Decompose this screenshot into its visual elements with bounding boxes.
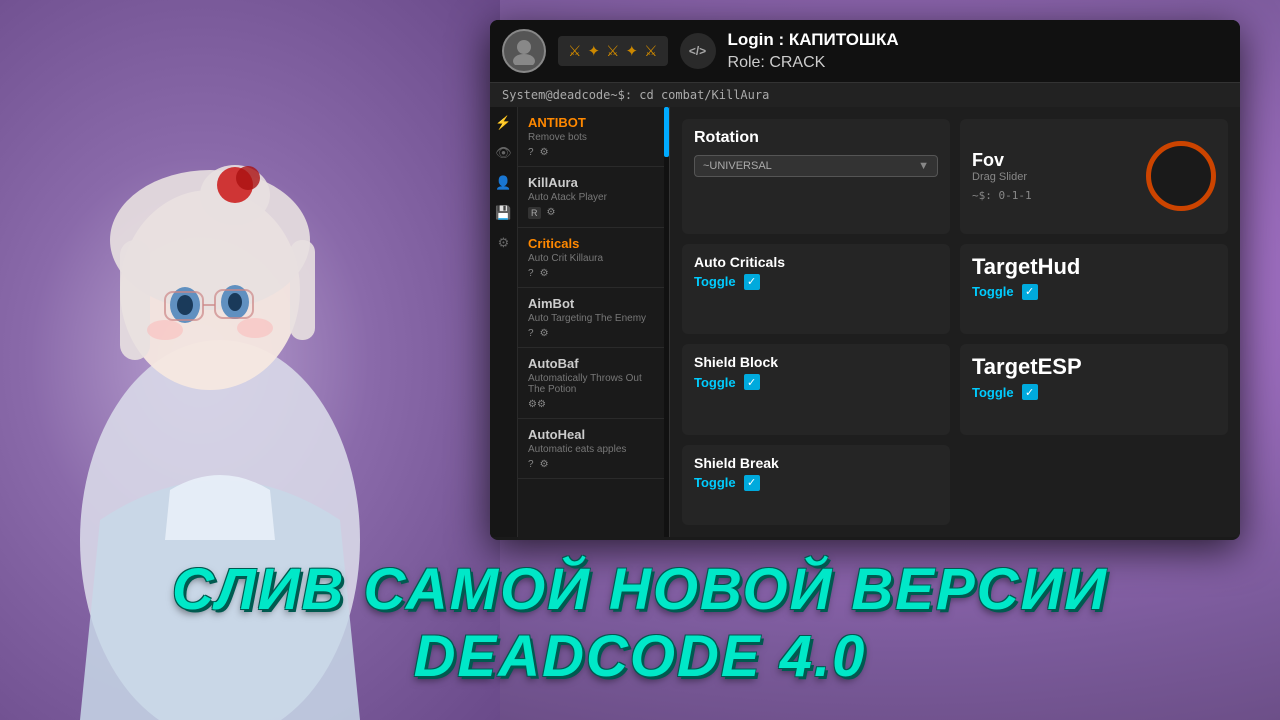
rotation-card: Rotation ~UNIVERSAL ▼	[682, 119, 950, 234]
content-area: Rotation ~UNIVERSAL ▼ Fov Drag Slider ~$…	[670, 107, 1240, 537]
gear-icon-antibot[interactable]: ⚙	[540, 147, 549, 158]
fov-value: ~$: 0-1-1	[972, 189, 1032, 202]
sidebar-item-antibot[interactable]: ANTIBOT Remove bots ? ⚙	[518, 107, 669, 167]
sidebar-item-criticals[interactable]: Criticals Auto Crit Killaura ? ⚙	[518, 228, 669, 288]
shield-break-toggle-row: Toggle ✓	[694, 475, 938, 491]
help-icon-antibot: ?	[528, 147, 534, 158]
chevron-down-icon: ▼	[918, 160, 929, 172]
tool-icon-2: ✦	[587, 42, 600, 60]
auto-criticals-checkbox[interactable]: ✓	[744, 274, 760, 290]
shield-block-checkbox[interactable]: ✓	[744, 374, 760, 390]
r-badge-killaura: R	[528, 207, 541, 219]
tool-icon-4: ✦	[625, 42, 638, 60]
panel-body: ⚡ 👁 👤 💾 ⚙ ANTIBOT Remove bots ? ⚙	[490, 107, 1240, 537]
target-esp-title: TargetESP	[972, 354, 1216, 380]
shield-block-toggle-label: Toggle	[694, 375, 736, 390]
sidebar-icon-2: 👁	[495, 145, 512, 161]
tool-icon-5: ⚔	[644, 42, 657, 60]
target-esp-card: TargetESP Toggle ✓	[960, 344, 1228, 435]
bottom-text-line1: СЛИВ САМОЙ НОВОЙ ВЕРСИИ	[0, 556, 1280, 623]
target-hud-toggle-label: Toggle	[972, 284, 1014, 299]
shield-block-title: Shield Block	[694, 354, 938, 370]
auto-criticals-title: Auto Criticals	[694, 254, 938, 270]
sidebar-icon-1: ⚡	[495, 115, 511, 131]
rotation-dropdown-value: ~UNIVERSAL	[703, 160, 772, 172]
auto-criticals-card: Auto Criticals Toggle ✓	[682, 244, 950, 335]
sidebar-icon-3: 👤	[495, 175, 511, 191]
rotation-dropdown[interactable]: ~UNIVERSAL ▼	[694, 155, 938, 177]
breadcrumb: System@deadcode~$: cd combat/KillAura	[490, 83, 1240, 107]
sidebar-icon-4: 💾	[495, 205, 511, 221]
toolbar-icons[interactable]: ⚔ ✦ ⚔ ✦ ⚔	[558, 36, 668, 66]
bottom-text-line2: DEADCODE 4.0	[0, 623, 1280, 690]
fov-card: Fov Drag Slider ~$: 0-1-1	[960, 119, 1228, 234]
target-hud-title: TargetHud	[972, 254, 1216, 280]
auto-criticals-toggle-label: Toggle	[694, 274, 736, 289]
rotation-title: Rotation	[694, 129, 938, 147]
target-hud-toggle-row: Toggle ✓	[972, 284, 1216, 300]
shield-block-card: Shield Block Toggle ✓	[682, 344, 950, 435]
help-icon-aimbot: ?	[528, 328, 534, 339]
shield-break-toggle-label: Toggle	[694, 475, 736, 490]
tool-icon-3: ⚔	[606, 42, 619, 60]
sidebar-item-autobaf[interactable]: AutoBaf Automatically Throws Out The Pot…	[518, 348, 669, 419]
target-hud-card: TargetHud Toggle ✓	[960, 244, 1228, 335]
gear-icon-aimbot[interactable]: ⚙	[540, 328, 549, 339]
sidebar-item-autoheal[interactable]: AutoHeal Automatic eats apples ? ⚙	[518, 419, 669, 479]
sidebar-icon-5: ⚙	[498, 235, 510, 251]
target-esp-toggle-label: Toggle	[972, 385, 1014, 400]
empty-cell	[960, 445, 1228, 526]
tool-icon-1: ⚔	[568, 42, 581, 60]
shield-break-checkbox[interactable]: ✓	[744, 475, 760, 491]
username-label: Login : КАПИТОШКА	[728, 28, 899, 52]
bottom-text-area: СЛИВ САМОЙ НОВОЙ ВЕРСИИ DEADCODE 4.0	[0, 556, 1280, 690]
fov-title: Fov	[972, 150, 1032, 171]
role-label: Role: CRACK	[728, 52, 899, 74]
fov-subtitle: Drag Slider	[972, 171, 1032, 183]
gear-icon-killaura[interactable]: ⚙	[547, 207, 556, 219]
panel-header: ⚔ ✦ ⚔ ✦ ⚔ </> Login : КАПИТОШКА Role: CR…	[490, 20, 1240, 83]
shield-break-card: Shield Break Toggle ✓	[682, 445, 950, 526]
sidebar-item-killaura[interactable]: KillAura Auto Atack Player R ⚙	[518, 167, 669, 228]
gear-icon-autoheal[interactable]: ⚙	[540, 459, 549, 470]
target-esp-checkbox[interactable]: ✓	[1022, 384, 1038, 400]
settings-icon-autobaf[interactable]: ⚙⚙	[528, 399, 546, 410]
help-icon-autoheal: ?	[528, 459, 534, 470]
shield-break-title: Shield Break	[694, 455, 938, 471]
gear-icon-criticals[interactable]: ⚙	[540, 268, 549, 279]
main-panel: ⚔ ✦ ⚔ ✦ ⚔ </> Login : КАПИТОШКА Role: CR…	[490, 20, 1240, 540]
code-icon: </>	[680, 33, 716, 69]
shield-block-toggle-row: Toggle ✓	[694, 374, 938, 390]
target-esp-toggle-row: Toggle ✓	[972, 384, 1216, 400]
target-hud-checkbox[interactable]: ✓	[1022, 284, 1038, 300]
help-icon-criticals: ?	[528, 268, 534, 279]
avatar-icon	[502, 29, 546, 73]
sidebar: ⚡ 👁 👤 💾 ⚙ ANTIBOT Remove bots ? ⚙	[490, 107, 670, 537]
user-info: Login : КАПИТОШКА Role: CRACK	[728, 28, 899, 74]
auto-criticals-toggle-row: Toggle ✓	[694, 274, 938, 290]
fov-circle[interactable]	[1146, 141, 1216, 211]
sidebar-item-aimbot[interactable]: AimBot Auto Targeting The Enemy ? ⚙	[518, 288, 669, 348]
fov-info: Fov Drag Slider ~$: 0-1-1	[972, 150, 1032, 202]
